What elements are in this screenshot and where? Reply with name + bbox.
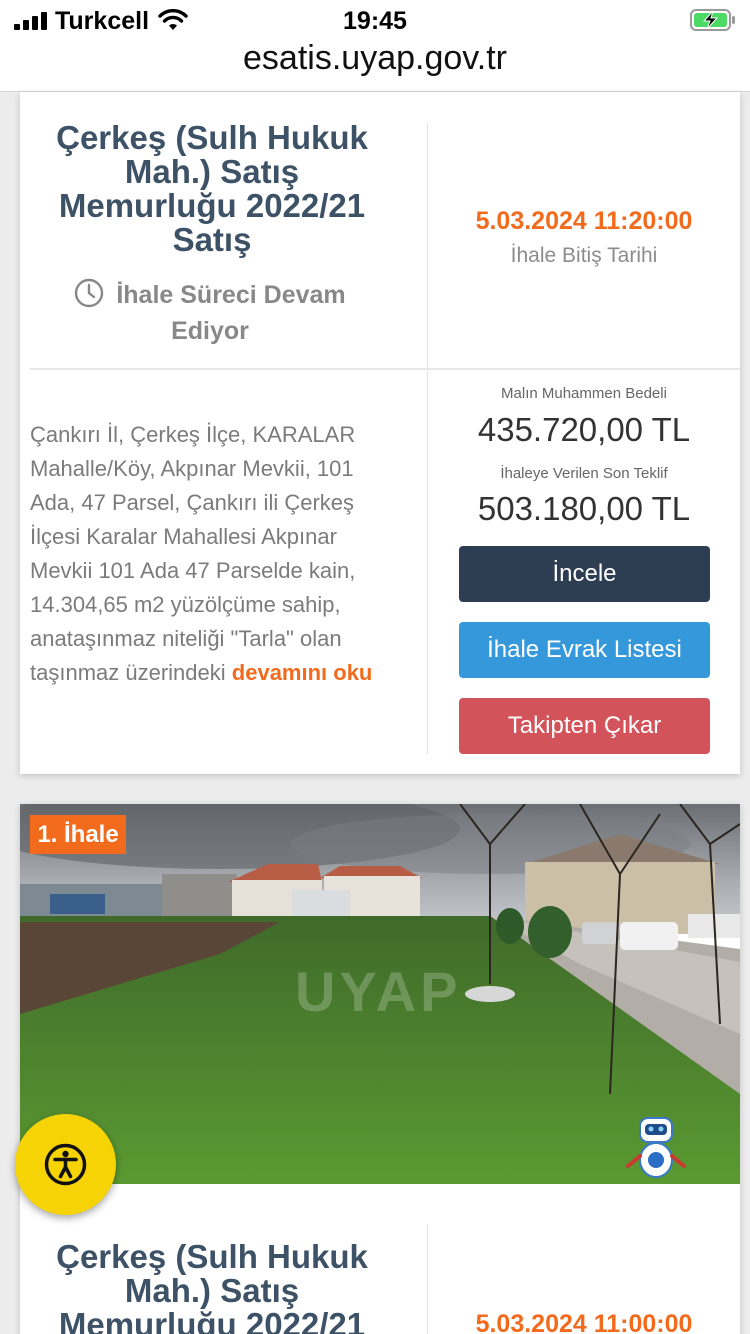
auction-title[interactable]: Çerkeş (Sulh Hukuk Mah.) Satış Memurluğu… [32, 1240, 392, 1334]
last-bid-value: 503.180,00 TL [477, 490, 691, 527]
auction-round-badge: 1. İhale [30, 815, 126, 854]
last-bid-label: İhaleye Verilen Son Teklif [500, 465, 668, 482]
status-bar: Turkcell 19:45 [0, 0, 750, 40]
auction-status-text: İhale Süreci Devam Ediyor [116, 281, 346, 345]
auction-title[interactable]: Çerkeş (Sulh Hukuk Mah.) Satış Memurluğu… [32, 121, 392, 257]
uyap-watermark: UYAP [295, 960, 462, 1023]
unfollow-button[interactable]: Takipten Çıkar [459, 698, 710, 754]
clock-icon [75, 278, 104, 308]
auction-status: İhale Süreci Devam Ediyor [50, 277, 370, 349]
battery-charging-icon [690, 9, 735, 31]
end-date: 5.03.2024 11:20:00 [475, 207, 693, 235]
row-divider [30, 368, 740, 370]
end-date: 5.03.2024 11:00:00 [475, 1310, 693, 1334]
estimated-value-label: Malın Muhammen Bedeli [501, 385, 667, 402]
auction-card: Çerkeş (Sulh Hukuk Mah.) Satış Memurluğu… [20, 92, 740, 774]
accessibility-button[interactable] [15, 1114, 116, 1215]
inspect-button[interactable]: İncele [459, 546, 710, 602]
clock-time: 19:45 [343, 7, 407, 35]
auction-documents-button[interactable]: İhale Evrak Listesi [459, 622, 710, 678]
property-description: Çankırı İl, Çerkeş İlçe, KARALAR Mahalle… [30, 418, 400, 690]
description-text: Çankırı İl, Çerkeş İlçe, KARALAR Mahalle… [30, 422, 356, 685]
robot-assistant-icon[interactable] [626, 1114, 686, 1180]
accessibility-icon [44, 1143, 87, 1186]
browser-url[interactable]: esatis.uyap.gov.tr [0, 40, 750, 92]
auction-card: 1. İhale UYAP Çerkeş (Sulh Hukuk Mah.) S… [20, 804, 740, 1334]
property-photo[interactable]: 1. İhale UYAP [20, 804, 740, 1184]
estimated-value: 435.720,00 TL [477, 411, 691, 448]
end-date-label: İhale Bitiş Tarihi [510, 244, 658, 267]
read-more-link[interactable]: devamını oku [232, 660, 373, 685]
